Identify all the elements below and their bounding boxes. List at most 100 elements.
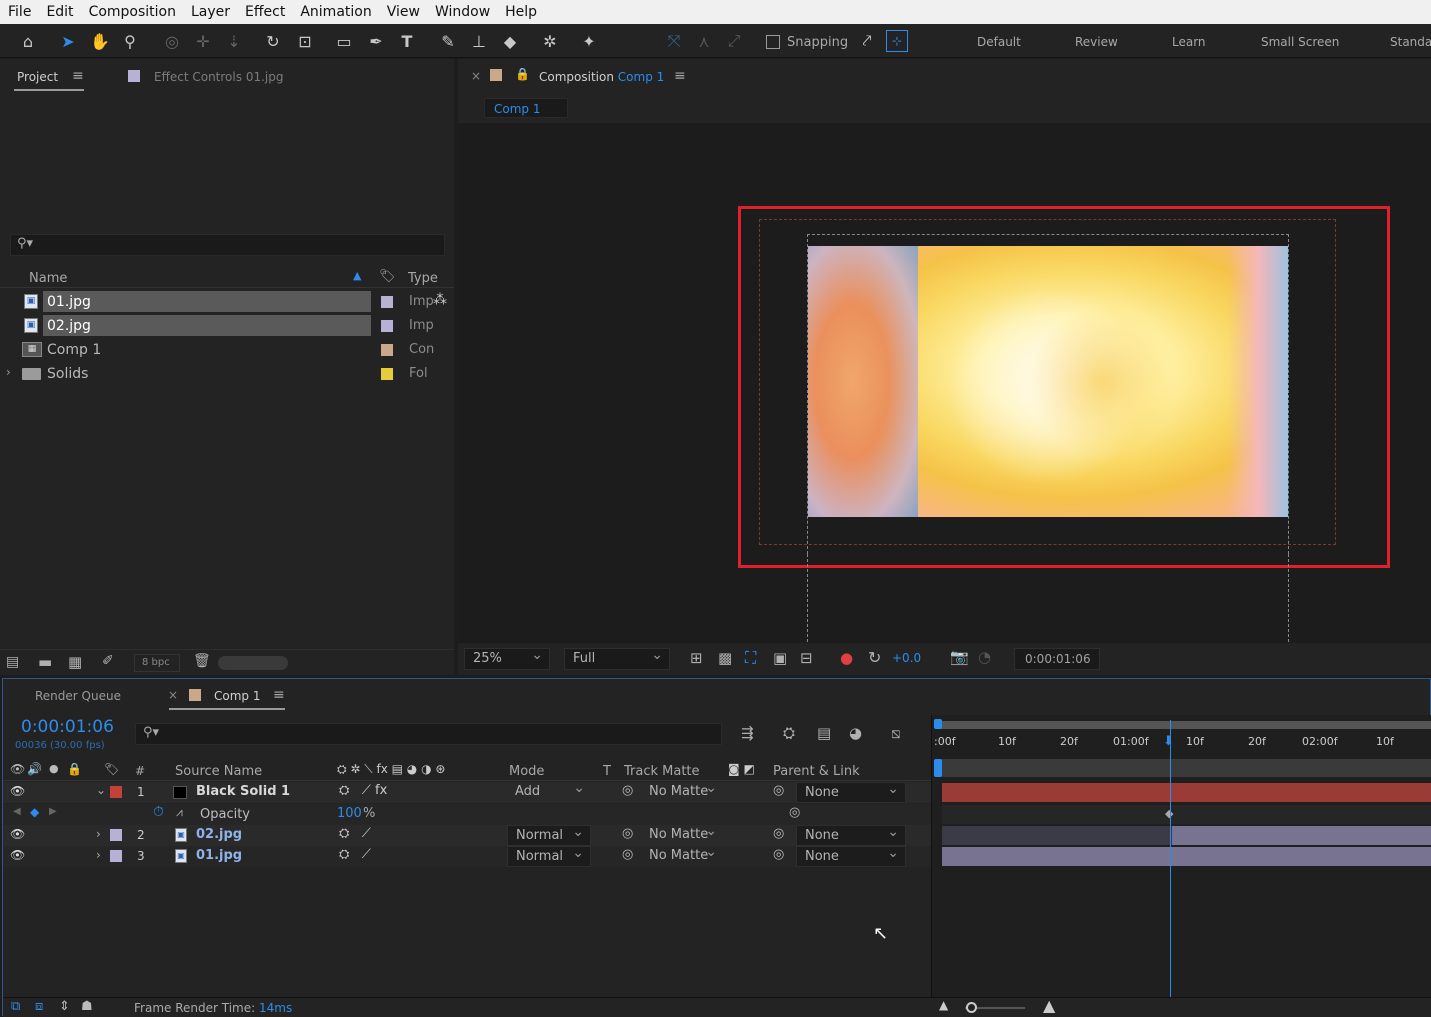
close-tab-icon[interactable]: × xyxy=(471,69,481,83)
zoom-out-icon[interactable]: ▲ xyxy=(939,998,948,1012)
comp-breadcrumb[interactable]: Comp 1 xyxy=(484,98,568,118)
menu-edit[interactable]: Edit xyxy=(38,4,80,20)
col-source-name[interactable]: Source Name xyxy=(175,764,262,779)
expand-chevron-icon[interactable]: › xyxy=(96,827,101,841)
layer-label-color[interactable] xyxy=(110,829,122,841)
spiral-icon[interactable]: ◎ xyxy=(622,783,633,798)
snap-box-icon[interactable]: ⊹ xyxy=(886,30,908,52)
zoom-dropdown[interactable]: 25% xyxy=(464,645,550,670)
workspace-learn[interactable]: Learn xyxy=(1172,35,1206,49)
pan-behind-tool-icon[interactable]: ⊡ xyxy=(293,29,317,53)
label-color-swatch[interactable] xyxy=(381,296,393,308)
layer-row-1[interactable]: 👁 ⌄ 1 Black Solid 1 ⛭ ⟋ fx Add ◎ No Matt… xyxy=(3,778,931,803)
hand-tool-icon[interactable]: ✋ xyxy=(88,29,112,53)
shy-layers-icon[interactable]: ⛭ xyxy=(783,724,795,742)
eye-icon[interactable]: 👁 xyxy=(10,848,25,862)
collapse-chevron-icon[interactable]: ⌄ xyxy=(96,783,106,797)
playhead-icon[interactable]: ⬇ xyxy=(1163,734,1174,749)
selection-tool-icon[interactable]: ➤ xyxy=(56,29,80,53)
project-search-input[interactable]: ⚲▾ xyxy=(10,234,445,256)
zoom-slider-handle[interactable] xyxy=(966,1002,977,1013)
world-axis-icon[interactable]: ⤢ xyxy=(722,29,746,53)
workspace-default[interactable]: Default xyxy=(977,35,1021,49)
expand-chevron-icon[interactable]: › xyxy=(6,365,11,379)
brush-tool-icon[interactable]: ✎ xyxy=(436,29,460,53)
comp-mini-flowchart-icon[interactable]: ⇶ xyxy=(741,724,754,742)
graph-editor-icon[interactable]: ⧅ xyxy=(891,724,901,742)
zoom-tool-icon[interactable]: ⚲ xyxy=(118,29,142,53)
clone-stamp-tool-icon[interactable]: ⊥ xyxy=(467,29,491,53)
col-parent-link[interactable]: Parent & Link xyxy=(773,764,860,779)
snapshot-camera-icon[interactable]: 📷 xyxy=(950,648,969,666)
align-icon[interactable]: ⤧ xyxy=(662,29,686,53)
tab-render-queue[interactable]: Render Queue xyxy=(35,689,121,703)
region-of-interest-icon[interactable]: ▣ xyxy=(773,649,787,667)
time-graph[interactable]: :00f 10f 20f 01:00f 10f 20f 02:00f 10f ◆… xyxy=(931,715,1431,997)
interpret-footage-icon[interactable]: ▤ xyxy=(6,654,19,670)
workspace-standard[interactable]: Standa xyxy=(1390,35,1431,49)
parent-pickwhip-icon[interactable]: ◎ xyxy=(773,826,784,841)
label-color-swatch[interactable] xyxy=(381,368,393,380)
new-composition-icon[interactable]: ▦ xyxy=(68,653,82,671)
channels-icon[interactable]: ● xyxy=(840,649,853,667)
label-color-swatch[interactable] xyxy=(381,320,393,332)
mode-dropdown[interactable]: Add xyxy=(507,778,591,803)
pan-tool-icon[interactable]: ✛ xyxy=(191,29,215,53)
tab-comp1-timeline[interactable]: Comp 1 xyxy=(214,689,260,703)
spiral-icon[interactable]: ◎ xyxy=(622,826,633,841)
zoom-in-icon[interactable]: ▲ xyxy=(1043,996,1055,1015)
menu-effect[interactable]: Effect xyxy=(237,4,292,20)
project-item-01jpg[interactable]: ▣ 01.jpg Imp ⁂ xyxy=(0,290,454,313)
transparency-grid-icon[interactable]: ▩ xyxy=(718,649,732,667)
work-area-start-handle[interactable] xyxy=(934,719,942,729)
parent-pickwhip-icon[interactable]: ◎ xyxy=(773,847,784,862)
in-out-icon[interactable]: ⇕ xyxy=(59,999,70,1014)
thumbnail-scroll[interactable] xyxy=(218,656,288,670)
rectangle-tool-icon[interactable]: ▭ xyxy=(332,29,356,53)
project-item-solids[interactable]: › Solids Fol xyxy=(0,362,454,385)
layer-switches[interactable]: ⛭ ⟋ xyxy=(339,847,371,862)
close-tab-icon[interactable]: × xyxy=(168,688,178,702)
col-mode[interactable]: Mode xyxy=(509,764,544,779)
frame-blending-icon[interactable]: ▤ xyxy=(817,724,831,742)
orbit-tool-icon[interactable]: ◎ xyxy=(160,29,184,53)
menu-view[interactable]: View xyxy=(379,4,427,20)
snapping-checkbox[interactable] xyxy=(766,35,780,49)
layer-row-3[interactable]: 👁 › 3 ▣ 01.jpg ⛭ ⟋ Normal ◎ No Matte ◎ N… xyxy=(3,842,931,867)
prev-keyframe-icon[interactable]: ◀ xyxy=(13,806,21,817)
layer-bar-2[interactable] xyxy=(1172,826,1431,845)
workspace-review[interactable]: Review xyxy=(1075,35,1118,49)
layer-label-color[interactable] xyxy=(110,786,122,798)
mask-visibility-icon[interactable]: ⛶ xyxy=(745,648,756,668)
show-snapshot-icon[interactable]: ◔ xyxy=(978,648,991,666)
puppet-tool-icon[interactable]: ✦ xyxy=(577,29,601,53)
layer-row-2[interactable]: 👁 › 2 ▣ 02.jpg ⛭ ⟋ Normal ◎ No Matte ◎ N… xyxy=(3,821,931,846)
menu-window[interactable]: Window xyxy=(427,4,497,20)
trash-icon[interactable]: 🗑 xyxy=(193,653,211,669)
label-tag-icon[interactable]: 🏷 xyxy=(379,269,396,284)
lock-icon[interactable]: 🔒 xyxy=(515,67,530,81)
layer-switches[interactable]: ⛭ ⟋ fx xyxy=(339,783,387,798)
layer-switches-toggle-icon[interactable]: ⧉ xyxy=(11,999,20,1014)
mode-dropdown[interactable]: Normal xyxy=(507,843,591,867)
tab-effect-controls[interactable]: Effect Controls 01.jpg xyxy=(154,70,283,84)
track-matte-dropdown[interactable]: No Matte xyxy=(641,778,723,803)
layer-bar-1[interactable] xyxy=(942,783,1431,802)
current-time-display[interactable]: 0:00:01:06 xyxy=(1014,648,1100,670)
type-tool-icon[interactable]: T xyxy=(395,29,419,53)
fast-previews-icon[interactable]: ⊞ xyxy=(690,649,703,667)
next-keyframe-icon[interactable]: ▶ xyxy=(49,806,57,817)
menu-file[interactable]: File xyxy=(0,4,38,20)
project-item-02jpg[interactable]: ▣ 02.jpg Imp xyxy=(0,314,454,337)
reset-exposure-icon[interactable]: ↻ xyxy=(868,648,881,667)
render-time-icon[interactable]: ☗ xyxy=(81,999,93,1014)
rotate-tool-icon[interactable]: ↻ xyxy=(261,29,285,53)
project-menu-icon[interactable]: ≡ xyxy=(72,68,84,84)
graph-icon[interactable]: ⩘ xyxy=(176,805,183,820)
layer-bar-3[interactable] xyxy=(942,847,1431,866)
parent-dropdown[interactable]: None xyxy=(796,843,906,867)
layer-switches[interactable]: ⛭ ⟋ xyxy=(339,826,371,841)
add-keyframe-icon[interactable]: ◆ xyxy=(30,805,39,819)
current-timecode[interactable]: 0:00:01:06 xyxy=(21,717,114,737)
menu-animation[interactable]: Animation xyxy=(292,4,378,20)
